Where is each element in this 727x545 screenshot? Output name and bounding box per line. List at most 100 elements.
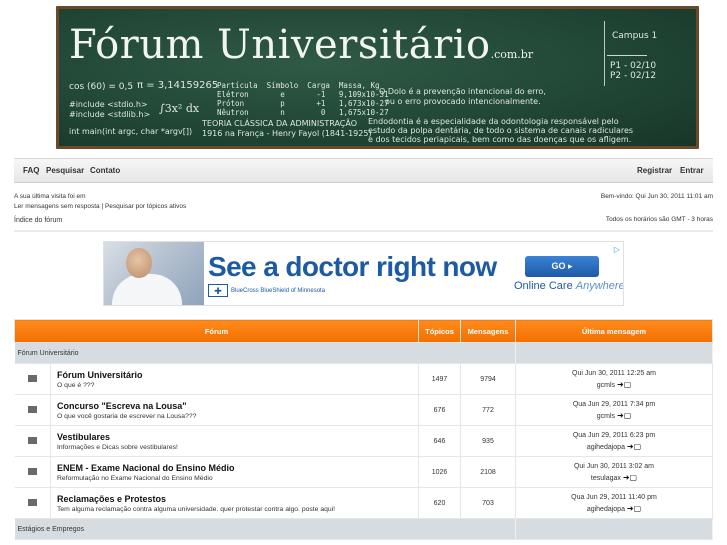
forum-last-post: Qua Jun 29, 2011 7:34 pm gcmls ➜▢ (515, 394, 713, 426)
view-latest-post-icon[interactable]: ➜▢ (623, 472, 637, 483)
forum-topics-count: 676 (418, 394, 461, 426)
forum-row: Fórum Universitário O que é ??? 1497 9794 Qu… (14, 363, 713, 395)
forum-title-cell: ENEM - Exame Nacional do Ensino Médio Ref… (50, 456, 419, 488)
nav-contact-link[interactable]: Contato (90, 166, 120, 175)
forum-icon-cell (14, 394, 51, 426)
forum-row: ENEM - Exame Nacional do Ensino Médio Ref… (14, 456, 713, 488)
forum-folder-icon (27, 467, 37, 475)
chalk-dolo-2: ou o erro provocado intencionalmente. (385, 97, 541, 106)
chalk-integral: ∫3x² dx (159, 102, 200, 115)
unanswered-posts-link[interactable]: Ler mensagens sem resposta (14, 203, 100, 210)
last-post-author[interactable]: gcmls (597, 382, 615, 389)
chalk-teoria-fayol: 1916 na França - Henry Fayol (1841-1925) (202, 129, 372, 138)
forum-description: Informações e Dicas sobre vestibulares! (57, 443, 178, 451)
col-forum-header: Fórum (14, 319, 419, 343)
last-post-date: Qua Jun 29, 2011 7:34 pm (572, 400, 656, 408)
view-latest-post-icon[interactable]: ➜▢ (627, 441, 641, 452)
chalk-pi: π = 3,14159265 (137, 80, 219, 91)
chalk-particles-table: Partícula Símbolo Carga Massa, Kg Elétro… (217, 81, 389, 117)
last-post-author[interactable]: agihedajopa (587, 506, 625, 513)
forum-name-link[interactable]: Vestibulares (57, 432, 418, 443)
chalkboard: Fórum Universitário.com.br Campus 1 P1 -… (59, 9, 696, 146)
nav-search-link[interactable]: Pesquisar (46, 166, 84, 175)
col-last-header: Última mensagem (515, 319, 713, 343)
last-post-author-line: gcmls ➜▢ (516, 410, 712, 422)
chalk-cos: cos (60) = 0,5 (69, 82, 134, 92)
forum-folder-icon (27, 374, 37, 382)
forum-title-cell: Concurso "Escreva na Lousa" O que você go… (50, 394, 419, 426)
chalk-p1: P1 - 02/10 (610, 61, 657, 71)
forum-topics-count: 620 (418, 487, 461, 519)
last-post-author[interactable]: gcmls (597, 413, 615, 420)
chalk-int-main: int main(int argc, char *argv[]) (69, 127, 193, 136)
view-latest-post-icon[interactable]: ➜▢ (617, 379, 631, 390)
forum-posts-count: 9794 (460, 363, 516, 395)
view-latest-post-icon[interactable]: ➜▢ (617, 410, 631, 421)
site-banner[interactable]: Fórum Universitário.com.br Campus 1 P1 -… (56, 6, 699, 149)
ad-bcbs-logo: ✚ BlueCross BlueShield of Minnesota (208, 284, 328, 297)
ad-anywhere-label: Anywhere® (575, 280, 623, 292)
forum-row: Vestibulares Informações e Dicas sobre ve… (14, 425, 713, 457)
last-post-author-line: tesulagax ➜▢ (516, 472, 712, 484)
separator-rule (14, 230, 713, 232)
forum-icon-cell (14, 456, 51, 488)
forum-icon-cell (14, 425, 51, 457)
nav-login-link[interactable]: Entrar (680, 166, 704, 175)
category-name[interactable]: Fórum Universitário (14, 342, 516, 364)
link-separator: | (101, 203, 104, 210)
last-post-author[interactable]: agihedajopa (587, 444, 625, 451)
bcbs-shield-icon: ✚ (208, 284, 228, 297)
site-logo-tld: .com.br (490, 48, 534, 61)
last-post-date: Qua Jun 29, 2011 6:23 pm (572, 431, 656, 439)
chalk-campus: Campus 1 (612, 31, 658, 41)
ad-doctor-head (126, 248, 152, 278)
chalk-p2: P2 - 02/12 (610, 71, 657, 81)
forum-folder-icon (27, 405, 37, 413)
chalk-divider (604, 21, 605, 86)
active-topics-link[interactable]: Pesquisar por tópicos ativos (105, 203, 186, 210)
chalk-teoria: TEORIA CLÁSSICA DA ADMINISTRAÇÃO (202, 119, 358, 128)
forum-topics-count: 646 (418, 425, 461, 457)
forum-name-link[interactable]: Concurso "Escreva na Lousa" (57, 401, 418, 412)
advertisement-banner[interactable]: See a doctor right now ✚ BlueCross BlueSh… (103, 241, 624, 306)
chalk-dolo: O Dolo é a prevenção intencional do erro… (379, 87, 546, 96)
category-name[interactable]: Estágios e Empregos (14, 518, 516, 540)
nav-register-link[interactable]: Registrar (637, 166, 672, 175)
forum-last-post: Qui Jun 30, 2011 12:25 am gcmls ➜▢ (515, 363, 713, 395)
last-post-author-line: agihedajopa ➜▢ (516, 503, 712, 515)
quick-links: Ler mensagens sem resposta | Pesquisar p… (14, 203, 186, 210)
col-topics-header: Tópicos (418, 319, 461, 343)
welcome-text: Bem-vindo: Qui Jun 30, 2011 11:01 am (600, 193, 713, 200)
forum-description: Tem alguma reclamação contra alguma univ… (57, 505, 336, 513)
ad-doctor-image (104, 242, 204, 305)
category-blank-cell (515, 342, 713, 364)
last-post-author[interactable]: tesulagax (591, 475, 621, 482)
forum-topics-count: 1497 (418, 363, 461, 395)
forum-index-link[interactable]: Índice do fórum (14, 217, 62, 224)
category-row: Fórum Universitário (14, 342, 713, 364)
last-post-author-line: agihedajopa ➜▢ (516, 441, 712, 453)
forum-last-post: Qui Jun 30, 2011 3:02 am tesulagax ➜▢ (515, 456, 713, 488)
forum-title-cell: Vestibulares Informações e Dicas sobre ve… (50, 425, 419, 457)
forum-icon-cell (14, 487, 51, 519)
adchoices-icon[interactable]: ▷ (614, 245, 620, 254)
forum-row: Concurso "Escreva na Lousa" O que você go… (14, 394, 713, 426)
nav-faq-link[interactable]: FAQ (23, 166, 39, 175)
ad-go-button[interactable]: GO ▸ (525, 256, 599, 277)
forum-description: Reformulação no Exame Nacional do Ensino… (57, 474, 213, 482)
ad-bcbs-text: BlueCross BlueShield of Minnesota (231, 288, 326, 295)
site-logo-title: Fórum Universitário.com.br (69, 22, 534, 68)
last-post-date: Qui Jun 30, 2011 12:25 am (572, 369, 656, 377)
forum-name-link[interactable]: Fórum Universitário (57, 370, 418, 381)
forum-row: Reclamações e Protestos Tem alguma reclam… (14, 487, 713, 519)
last-post-author-line: gcmls ➜▢ (516, 379, 712, 391)
chalk-underline (607, 55, 647, 56)
view-latest-post-icon[interactable]: ➜▢ (627, 503, 641, 514)
forum-name-link[interactable]: Reclamações e Protestos (57, 494, 418, 505)
last-post-date: Qua Jun 29, 2011 11:40 pm (571, 493, 657, 501)
forum-name-link[interactable]: ENEM - Exame Nacional do Ensino Médio (57, 463, 418, 474)
ad-online-care: Online Care Anywhere® (514, 280, 623, 292)
forum-description: O que você gostaria de escrever na Lousa… (57, 412, 197, 420)
forum-title-cell: Fórum Universitário O que é ??? (50, 363, 419, 395)
chalk-include-stdio: #include <stdio.h> (69, 100, 148, 109)
